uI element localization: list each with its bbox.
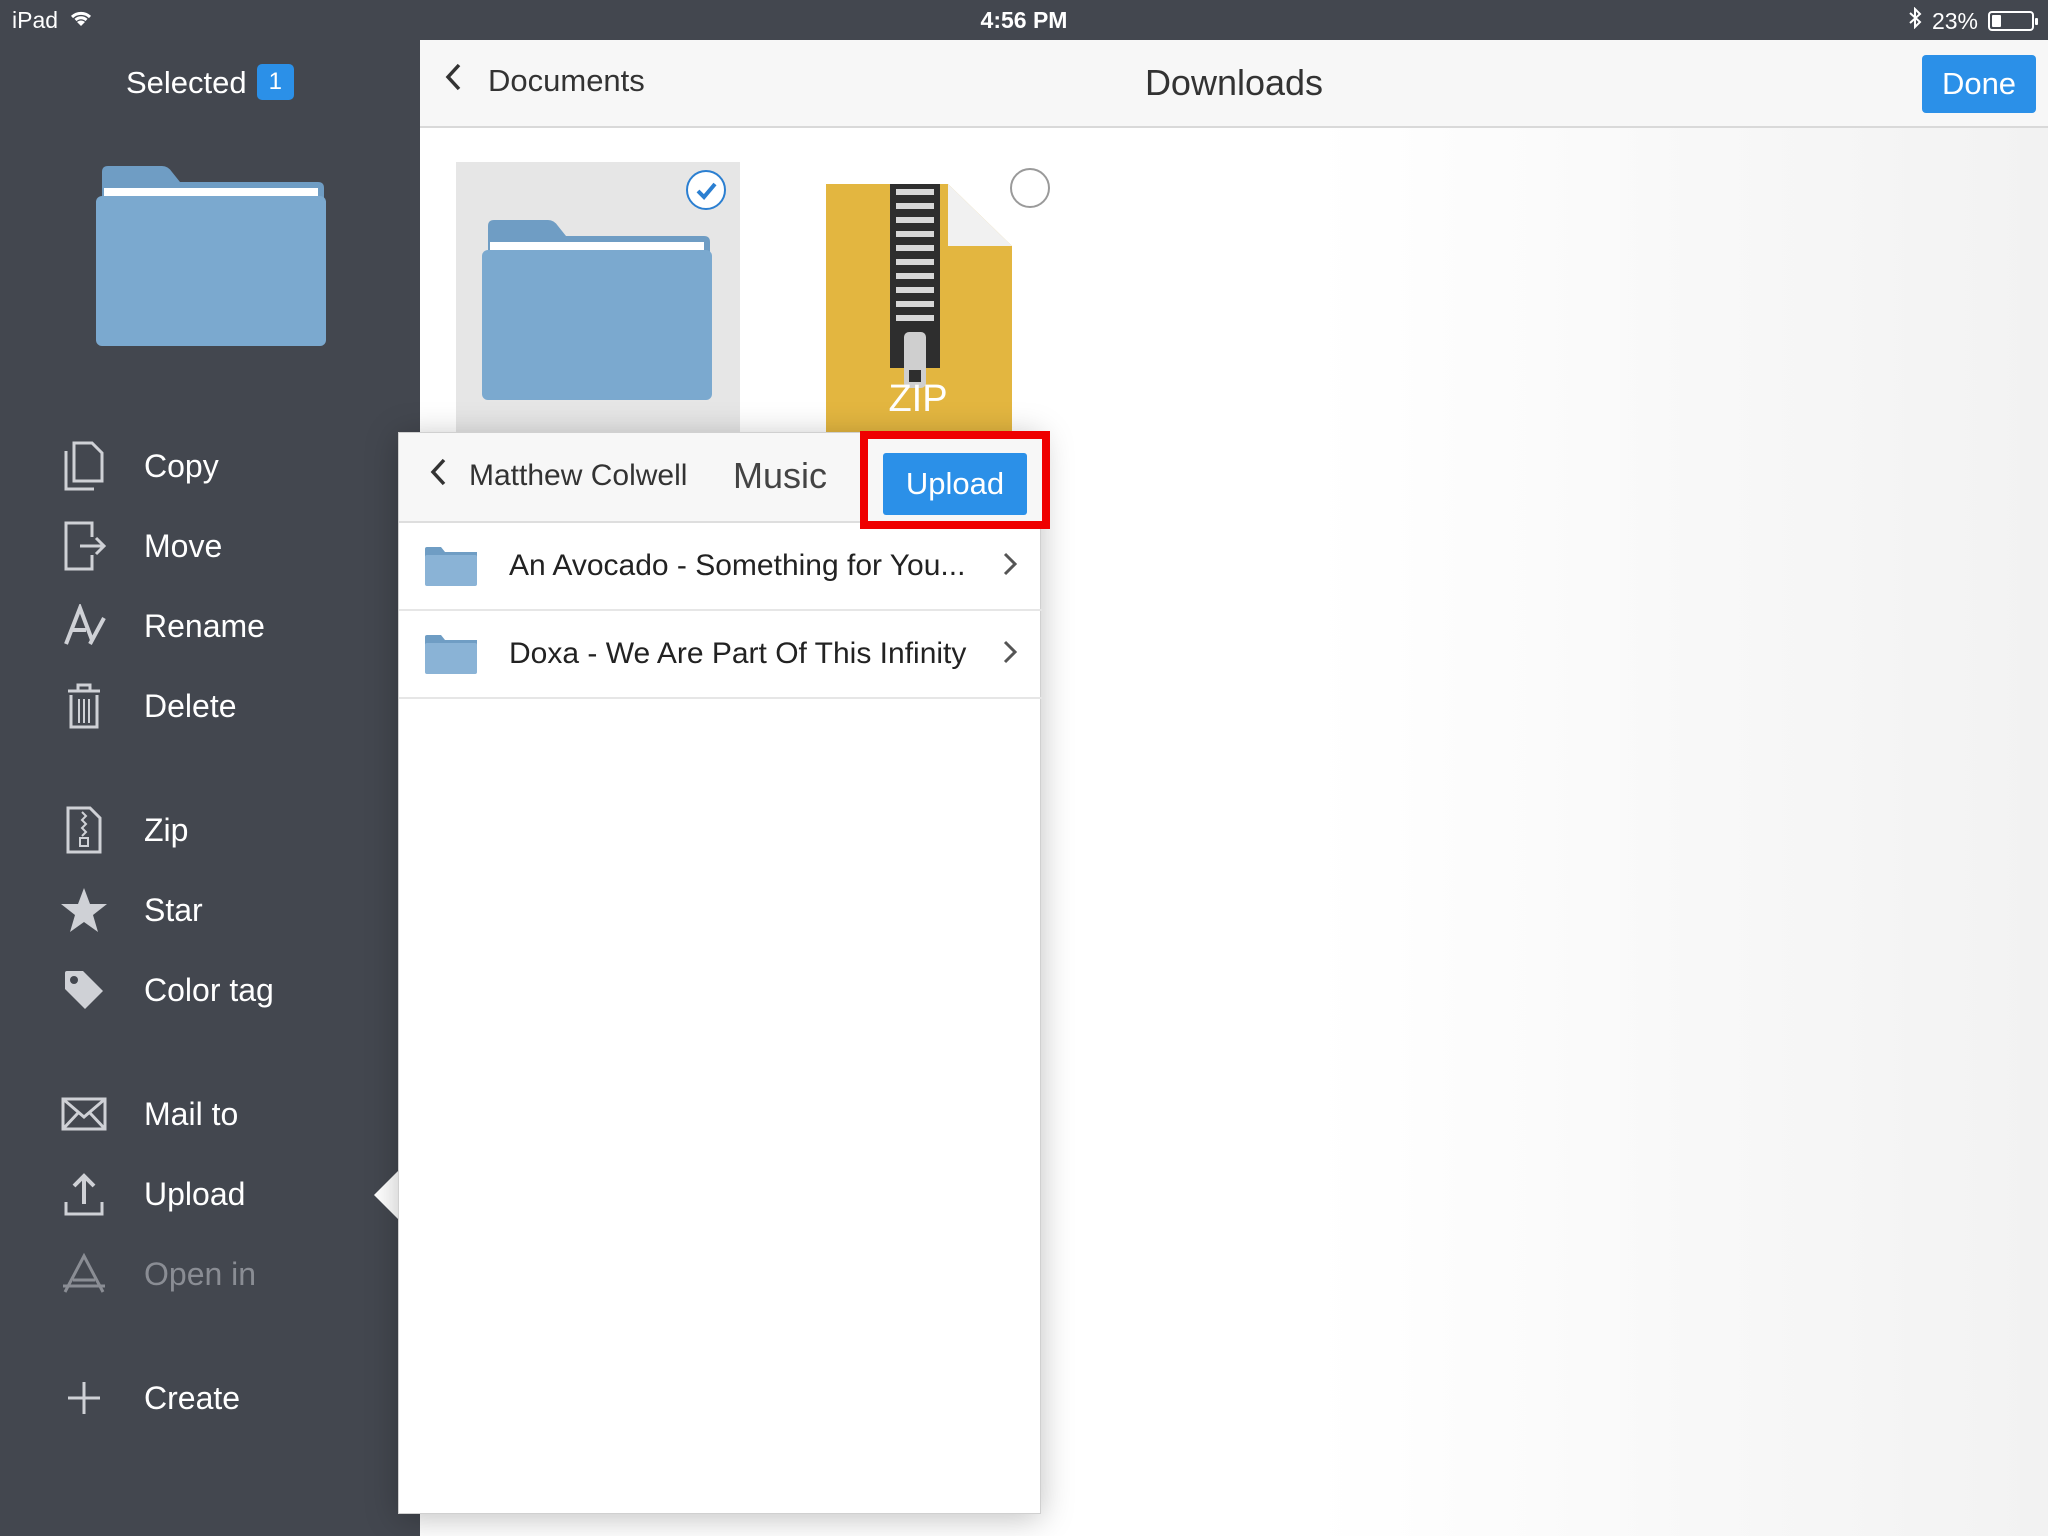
delete-menu-item[interactable]: Delete: [0, 674, 420, 738]
nav-bar: Documents Downloads Done: [420, 40, 2048, 128]
chevron-left-icon: [429, 457, 447, 495]
color-tag-label: Color tag: [144, 971, 274, 1008]
bluetooth-icon: [1908, 6, 1922, 35]
rename-icon: [54, 598, 114, 654]
open-in-icon: [54, 1246, 114, 1302]
done-button[interactable]: Done: [1922, 55, 2036, 113]
device-name: iPad: [12, 7, 59, 33]
zip-menu-item[interactable]: Zip: [0, 798, 420, 862]
folder-row[interactable]: Doxa - We Are Part Of This Infinity: [399, 611, 1042, 699]
action-sidebar: Selected 1 Copy Move Rename Delete Zip S…: [0, 40, 420, 1536]
battery-percent: 23%: [1931, 7, 1978, 34]
page-title: Downloads: [1144, 62, 1324, 103]
folder-row-label: An Avocado - Something for You...: [509, 549, 966, 582]
zip-file-label: ZIP: [888, 378, 948, 420]
zip-label: Zip: [144, 811, 189, 848]
popover-back-button[interactable]: Matthew Colwell: [429, 457, 687, 495]
popover-arrow: [374, 1169, 400, 1221]
upload-highlight-frame: Upload: [860, 431, 1050, 529]
wifi-icon: [68, 7, 94, 34]
open-in-menu-item[interactable]: Open in: [0, 1242, 420, 1306]
move-label: Move: [144, 527, 223, 564]
popover-header: Matthew Colwell Music Upload: [399, 431, 1050, 529]
selected-header: Selected 1: [0, 64, 420, 101]
unselected-checkmark[interactable]: [1010, 168, 1050, 208]
create-menu-item[interactable]: Create: [0, 1366, 420, 1430]
tag-icon: [54, 962, 114, 1018]
upload-icon: [54, 1166, 114, 1222]
battery-icon: [1988, 11, 2038, 31]
selected-folder-preview: [92, 162, 328, 357]
popover-back-label: Matthew Colwell: [469, 459, 688, 492]
selected-checkmark[interactable]: [686, 170, 726, 210]
rename-menu-item[interactable]: Rename: [0, 594, 420, 658]
create-label: Create: [144, 1379, 241, 1416]
popover-title: Music: [733, 455, 828, 496]
trash-icon: [54, 678, 114, 734]
upload-destination-popover: Matthew Colwell Music Upload An Avocado …: [398, 431, 1050, 1514]
selected-count-badge: 1: [256, 64, 294, 100]
rename-label: Rename: [144, 607, 265, 644]
color-tag-menu-item[interactable]: Color tag: [0, 958, 420, 1022]
zip-icon: [54, 802, 114, 858]
move-menu-item[interactable]: Move: [0, 514, 420, 578]
plus-icon: [54, 1370, 114, 1426]
folder-item[interactable]: [456, 162, 740, 452]
copy-label: Copy: [144, 447, 219, 484]
battery-level: [1992, 15, 2001, 27]
folder-icon: [425, 547, 477, 586]
open-in-label: Open in: [144, 1255, 257, 1292]
star-icon: [54, 882, 114, 938]
upload-button[interactable]: Upload: [883, 453, 1027, 515]
chevron-right-icon: [1002, 639, 1018, 670]
chevron-right-icon: [1002, 551, 1018, 582]
folder-row[interactable]: An Avocado - Something for You...: [399, 523, 1042, 611]
back-to-documents-button[interactable]: Documents: [444, 62, 645, 100]
zip-file-icon: [826, 184, 1012, 472]
back-label: Documents: [488, 63, 645, 98]
mail-icon: [54, 1086, 114, 1142]
upload-menu-item[interactable]: Upload: [0, 1162, 420, 1226]
folder-icon: [425, 635, 477, 674]
chevron-left-icon: [444, 62, 462, 100]
zip-item[interactable]: ZIP: [824, 182, 1034, 472]
upload-label: Upload: [144, 1175, 246, 1212]
move-icon: [54, 518, 114, 574]
selected-label: Selected: [126, 65, 247, 100]
folder-icon: [482, 220, 712, 400]
status-time: 4:56 PM: [980, 7, 1068, 33]
mail-to-menu-item[interactable]: Mail to: [0, 1082, 420, 1146]
star-menu-item[interactable]: Star: [0, 878, 420, 942]
copy-menu-item[interactable]: Copy: [0, 434, 420, 498]
delete-label: Delete: [144, 687, 237, 724]
status-bar: iPad 4:56 PM 23%: [0, 0, 2048, 40]
mail-to-label: Mail to: [144, 1095, 239, 1132]
folder-row-label: Doxa - We Are Part Of This Infinity: [509, 637, 967, 670]
copy-icon: [54, 438, 114, 494]
star-label: Star: [144, 891, 203, 928]
